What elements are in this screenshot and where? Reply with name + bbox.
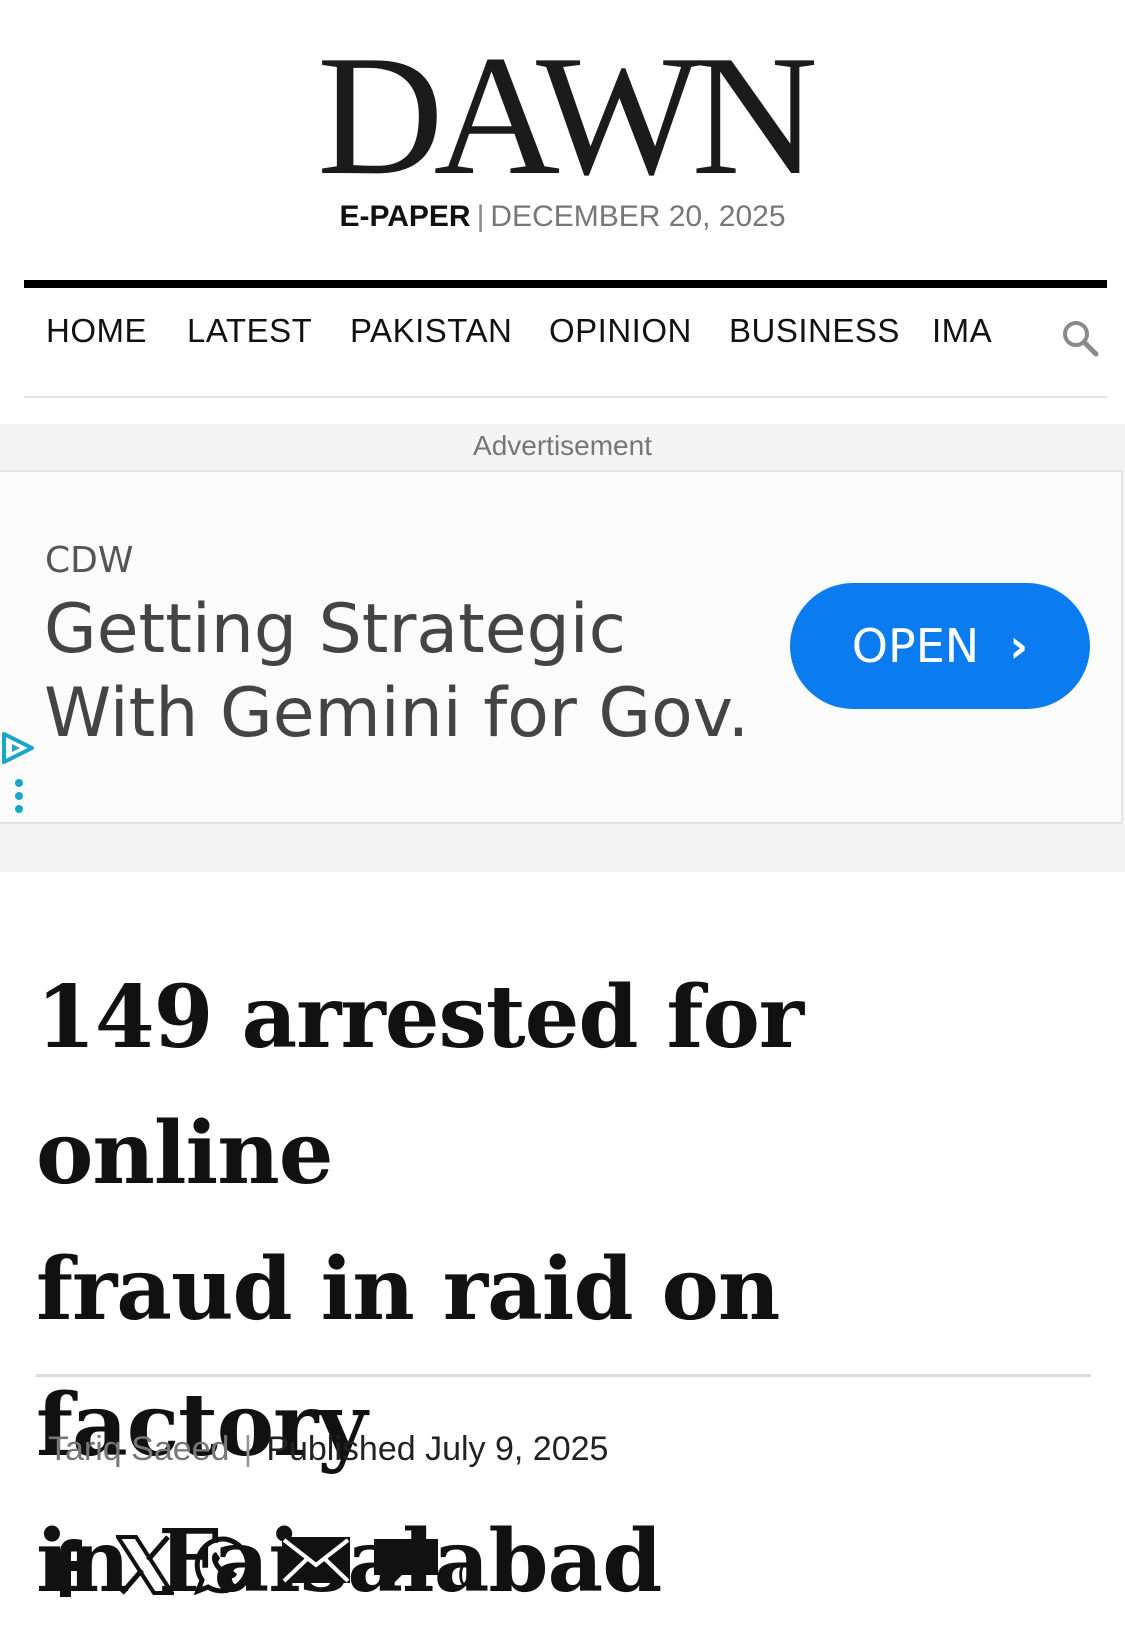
nav-item-latest[interactable]: LATEST: [187, 312, 312, 350]
ad-headline-line: With Gemini for Gov.: [44, 674, 750, 753]
ad-headline-line: Getting Strategic: [44, 590, 627, 669]
x-icon[interactable]: [116, 1535, 174, 1595]
nav-item-images[interactable]: IMA: [932, 312, 992, 350]
nav-item-opinion[interactable]: OPINION: [549, 312, 692, 350]
masthead: DAWN E-PAPER | DECEMBER 20, 2025: [0, 0, 1125, 270]
nav-overflow-mask: [1024, 288, 1064, 388]
email-icon[interactable]: [280, 1535, 352, 1585]
comment-icon[interactable]: [372, 1535, 440, 1595]
nav-bottom-rule: [24, 396, 1107, 398]
facebook-icon[interactable]: [48, 1535, 88, 1599]
ad-label: Advertisement: [473, 430, 652, 461]
nav-item-pakistan[interactable]: PAKISTAN: [350, 312, 512, 350]
headline-line: 149 arrested for online: [36, 967, 804, 1204]
chevron-right-icon: ›: [1009, 619, 1029, 673]
article-headline: 149 arrested for online fraud in raid on…: [36, 950, 1096, 1630]
author-link[interactable]: Tariq Saeed: [48, 1430, 229, 1468]
ad-headline[interactable]: Getting Strategic With Gemini for Gov.: [44, 588, 764, 756]
byline: Tariq Saeed | Published July 9, 2025: [48, 1430, 608, 1469]
edition-separator: |: [476, 200, 485, 233]
comment-count[interactable]: 0: [458, 1557, 476, 1594]
vertical-dots-icon[interactable]: [14, 778, 24, 814]
main-nav: HOME LATEST PAKISTAN OPINION BUSINESS IM…: [24, 288, 1107, 396]
epaper-link[interactable]: E-PAPER: [339, 200, 470, 233]
nav-item-home[interactable]: HOME: [46, 312, 147, 350]
whatsapp-icon[interactable]: [194, 1535, 254, 1595]
ad-open-button[interactable]: OPEN ›: [790, 583, 1090, 709]
search-icon[interactable]: [1060, 318, 1100, 358]
byline-separator: |: [243, 1430, 253, 1468]
edition-line: E-PAPER | DECEMBER 20, 2025: [0, 200, 1125, 234]
edition-date: DECEMBER 20, 2025: [490, 200, 786, 233]
adchoices-icon[interactable]: [0, 730, 36, 766]
ad-brand[interactable]: CDW: [45, 540, 133, 581]
nav-top-rule: [24, 280, 1107, 288]
headline-divider: [36, 1374, 1091, 1377]
nav-item-business[interactable]: BUSINESS: [729, 312, 900, 350]
dawn-logo[interactable]: DAWN: [0, 30, 1125, 202]
published-date: Published July 9, 2025: [266, 1430, 609, 1468]
ad-open-label: OPEN: [851, 619, 980, 673]
